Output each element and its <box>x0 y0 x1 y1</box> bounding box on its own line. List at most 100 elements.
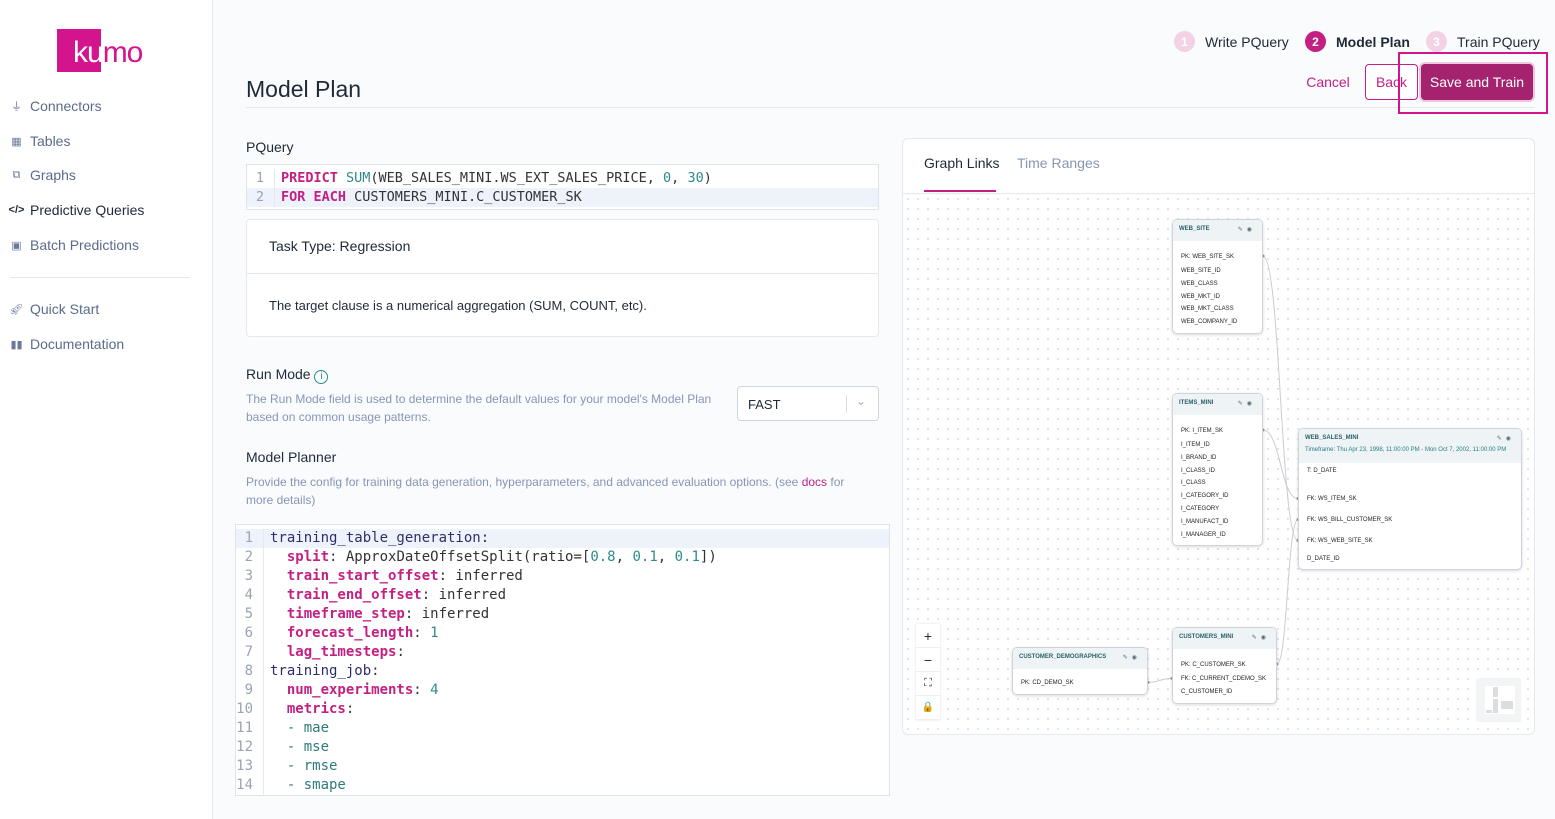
run-mode-select[interactable]: FAST ⌄ <box>737 386 879 421</box>
card-divider <box>247 273 878 274</box>
run-mode-label: Run Mode i <box>246 366 329 384</box>
sidebar-item-connectors[interactable]: ⏚ Connectors <box>10 98 102 114</box>
edit-view-icon[interactable]: ✎◉ <box>1497 435 1515 442</box>
sidebar-item-label: Quick Start <box>30 301 100 317</box>
column-row: WEB_MKT_ID <box>1181 293 1221 300</box>
edit-view-icon[interactable]: ✎◉ <box>1238 226 1256 233</box>
code-token: train_end_offset <box>286 587 422 603</box>
table-node-header: WEB_SITE ✎◉ <box>1173 220 1262 241</box>
sidebar-item-batch-predictions[interactable]: ▣ Batch Predictions <box>10 237 139 253</box>
sidebar-item-documentation[interactable]: ▮▮ Documentation <box>10 336 124 352</box>
code-text: training_table_generation: <box>264 529 489 548</box>
code-line: 2 FOR EACH CUSTOMERS_MINI.C_CUSTOMER_SK <box>247 188 878 207</box>
graph-canvas[interactable]: + − ⛶ 🔒 WEB_SITE ✎◉ PK: WEB_SITE_SK WEB_SIT… <box>903 193 1534 734</box>
code-token: , <box>671 170 688 186</box>
lock-button[interactable]: 🔒 <box>916 696 940 720</box>
code-token: : <box>371 663 380 679</box>
table-node[interactable]: CUSTOMER_DEMOGRAPHICS ✎◉ PK: CD_DEMO_SK <box>1012 647 1148 695</box>
code-token: : <box>413 682 431 698</box>
table-node[interactable]: ITEMS_MINI ✎◉ PK: I_ITEM_SK I_ITEM_ID I_BRAN… <box>1172 393 1263 547</box>
table-node[interactable]: WEB_SALES_MINI ✎◉ Timeframe: Thu Apr 23, 1… <box>1298 428 1522 570</box>
column-row: I_ITEM_ID <box>1181 442 1210 448</box>
code-token: ) <box>703 170 712 186</box>
run-mode-label-text: Run Mode <box>246 366 311 382</box>
column-row: PK: C_CUSTOMER_SK <box>1181 662 1246 668</box>
code-token: : <box>413 625 431 641</box>
code-text: lag_timesteps: <box>264 643 405 662</box>
chevron-down-icon: ⌄ <box>856 394 867 408</box>
code-token: ]) <box>699 549 717 565</box>
code-token: : ApproxDateOffsetSplit(ratio=[ <box>329 549 591 565</box>
edit-view-icon[interactable]: ✎◉ <box>1238 400 1256 407</box>
step-write-pquery[interactable]: 1 Write PQuery <box>1174 31 1289 52</box>
zoom-out-button[interactable]: − <box>916 648 940 672</box>
pquery-editor[interactable]: 1 PREDICT SUM(WEB_SALES_MINI.WS_EXT_SALES… <box>246 164 879 210</box>
cancel-button[interactable]: Cancel <box>1300 64 1356 100</box>
code-token: metrics <box>286 701 346 717</box>
back-button[interactable]: Back <box>1365 64 1418 100</box>
code-token: training_job <box>270 663 372 679</box>
table-icon: ▦ <box>11 135 22 148</box>
column-row: I_MANUFACT_ID <box>1181 518 1229 525</box>
zoom-in-button[interactable]: + <box>916 624 940 648</box>
graph-link <box>1262 429 1299 499</box>
column-row: WEB_CLASS <box>1181 280 1218 287</box>
code-token: train_start_offset <box>286 568 439 584</box>
sidebar-item-quick-start[interactable]: 🚀︎ Quick Start <box>10 301 100 317</box>
code-text: train_start_offset: inferred <box>264 567 523 586</box>
step-train-pquery[interactable]: 3 Train PQuery <box>1426 31 1540 52</box>
edit-view-icon[interactable]: ✎◉ <box>1252 634 1270 641</box>
model-planner-editor[interactable]: 1 training_table_generation: 2 split: Appr… <box>235 524 890 796</box>
graph-icon: ⧉ <box>12 168 21 181</box>
tab-graph-links[interactable]: Graph Links <box>924 155 999 171</box>
sidebar-item-predictive-queries[interactable]: </> Predictive Queries <box>9 202 145 218</box>
minimap[interactable] <box>1476 678 1521 722</box>
code-token: 4 <box>430 682 439 698</box>
task-type-card: Task Type: Regression The target clause … <box>246 219 879 337</box>
code-token: forecast_length <box>286 625 414 641</box>
code-token: 0.8 <box>590 549 616 565</box>
sidebar-item-label: Batch Predictions <box>30 237 139 253</box>
fit-view-button[interactable]: ⛶ <box>916 672 940 696</box>
tab-time-ranges[interactable]: Time Ranges <box>1017 155 1100 171</box>
code-text: - smape <box>264 776 346 795</box>
code-token: PREDICT <box>281 170 347 186</box>
model-planner-label: Model Planner <box>246 449 337 465</box>
code-line: 1 PREDICT SUM(WEB_SALES_MINI.WS_EXT_SALES… <box>247 169 878 188</box>
column-row: D_DATE_ID <box>1307 556 1340 562</box>
graph-link <box>1276 519 1299 665</box>
sidebar-item-graphs[interactable]: ⧉ Graphs <box>10 167 76 183</box>
column-row: I_MANAGER_ID <box>1181 531 1226 538</box>
code-text: - rmse <box>264 757 338 776</box>
column-row: PK: WEB_SITE_SK <box>1181 254 1235 260</box>
code-text: - mse <box>264 738 329 757</box>
column-row: I_CATEGORY <box>1181 505 1220 512</box>
active-tab-indicator <box>924 190 996 192</box>
code-token: split <box>286 549 330 565</box>
select-separator <box>846 395 847 413</box>
sidebar-item-tables[interactable]: ▦ Tables <box>10 133 70 149</box>
line-number: 1 <box>247 169 275 188</box>
table-node[interactable]: CUSTOMERS_MINI ✎◉ PK: C_CUSTOMER_SK FK: C_C… <box>1172 627 1277 704</box>
code-token: : <box>345 701 355 717</box>
column-row: I_CLASS <box>1181 480 1206 487</box>
edit-view-icon[interactable]: ✎◉ <box>1123 654 1141 661</box>
line-number: 10 <box>236 700 264 719</box>
code-text: split: ApproxDateOffsetSplit(ratio=[0.8,… <box>264 548 717 567</box>
line-number: 8 <box>236 662 264 681</box>
info-icon[interactable]: i <box>314 370 329 384</box>
column-row: FK: WS_BILL_CUSTOMER_SK <box>1307 517 1393 523</box>
step-model-plan[interactable]: 2 Model Plan <box>1305 31 1410 52</box>
line-number: 1 <box>236 529 264 548</box>
save-and-train-button[interactable]: Save and Train <box>1421 64 1533 100</box>
kumo-logo[interactable]: kumo <box>57 29 143 72</box>
line-number: 12 <box>236 738 264 757</box>
line-number: 11 <box>236 719 264 738</box>
table-node[interactable]: WEB_SITE ✎◉ PK: WEB_SITE_SK WEB_SITE_ID WEB_… <box>1172 219 1263 334</box>
table-node-header: CUSTOMER_DEMOGRAPHICS ✎◉ <box>1013 648 1147 669</box>
code-line: 11 - mae <box>236 719 889 738</box>
code-token: CUSTOMERS_MINI.C_CUSTOMER_SK <box>354 189 582 205</box>
docs-link[interactable]: docs <box>802 475 827 489</box>
